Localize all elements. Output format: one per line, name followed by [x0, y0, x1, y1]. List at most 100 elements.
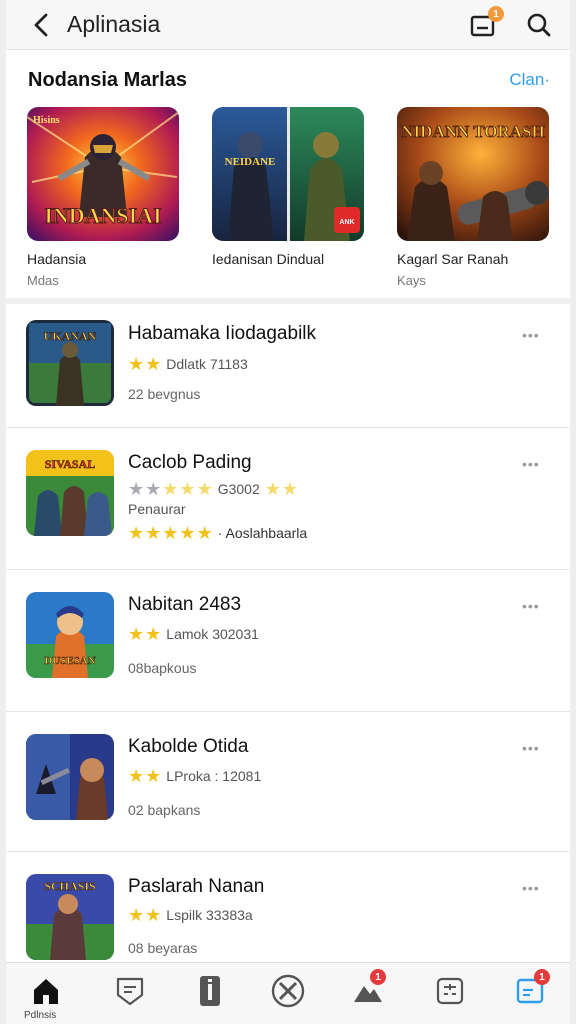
crossed-tools-icon [271, 974, 305, 1008]
game-icon: SCHASIS [26, 874, 114, 960]
nav-profile[interactable]: 1 [510, 969, 550, 1011]
nav-home[interactable] [26, 971, 66, 1011]
item-rating-secondary: ★ ★ ★ ★ ★ · Aoslahbaarla [128, 524, 307, 542]
featured-card[interactable]: NIDANN TORASH Kagarl Sar Ranah Kays [397, 107, 549, 288]
star-icon: ★ [162, 479, 179, 499]
featured-card[interactable]: ANK NEIDANE Iedanisan Dindual [212, 107, 364, 273]
game-artwork: NIDANN TORASH [397, 107, 549, 241]
star-icon: ★ [128, 624, 145, 644]
art-title-text: NEIDANE [225, 156, 276, 168]
list-item[interactable]: SCHASIS Paslarah Nanan ★ ★ Lspilk 33383a … [6, 852, 570, 962]
star-icon: ★ [281, 479, 299, 499]
star-icon: ★ [264, 479, 281, 499]
chevron-left-icon [34, 13, 48, 37]
section-divider [6, 298, 570, 304]
featured-name: Iedanisan Dindual [212, 251, 325, 267]
item-downloads: 08bapkous [128, 660, 197, 676]
item-category: Penaurar [128, 501, 186, 517]
icon-text: SIVASAL [45, 457, 95, 471]
game-artwork: Hisins INDANSIAI [27, 107, 179, 241]
featured-card[interactable]: Hisins INDANSIAI Hadansia Mdas [27, 107, 179, 288]
section-title: Nodansia Marlas [28, 69, 187, 91]
nav-tools[interactable] [268, 971, 308, 1011]
rating-stars: ★ ★ [128, 906, 162, 924]
star-icon: ★ [196, 523, 213, 543]
search-button[interactable] [524, 10, 554, 40]
art-corner-text: ANK [339, 219, 354, 226]
nav-alerts[interactable]: 1 [348, 969, 388, 1011]
star-icon: ★ [145, 905, 162, 925]
more-options-icon[interactable]: ••• [522, 740, 548, 756]
star-icon: ★ [128, 479, 145, 499]
section-link[interactable]: Clan· [509, 70, 550, 90]
item-rating: ★ ★ Ddlatk 71183 [128, 355, 248, 373]
app-screen: Aplinasia 1 Nodansia Marlas Clan· Hisins… [6, 0, 570, 1024]
rating-stars: ★ ★ [128, 625, 162, 643]
art-title-text: INDANSIAI [44, 203, 161, 228]
star-icon: ★ [128, 523, 145, 543]
item-meta: Ddlatk 71183 [166, 356, 248, 372]
list-item[interactable]: UKANAN Habamaka Iiodagabilk ★ ★ Ddlatk 71… [6, 305, 570, 428]
back-button[interactable] [26, 10, 56, 40]
top-bar: Aplinasia 1 [6, 0, 570, 50]
featured-name: Kagarl Sar Ranah [397, 251, 509, 267]
bottom-nav: Pdlnsis 1 1 [6, 962, 570, 1024]
featured-sub: Mdas [27, 273, 59, 288]
home-icon [34, 979, 58, 1004]
shield-icon [116, 977, 144, 1006]
item-meta: LProka : 12081 [166, 768, 262, 784]
star-icon: ★ [145, 523, 162, 543]
star-icon: ★ [145, 354, 162, 374]
star-icon: ★ [145, 766, 162, 786]
item-downloads: 02 bapkans [128, 802, 201, 818]
game-artwork: ANK NEIDANE [212, 107, 364, 241]
inbox-badge: 1 [488, 6, 504, 22]
nav-home-label: Pdlnsis [24, 1010, 57, 1021]
more-options-icon[interactable]: ••• [522, 880, 548, 896]
star-icon: ★ [179, 479, 196, 499]
item-title: Habamaka Iiodagabilk [128, 323, 317, 344]
art-title-text: NIDANN TORASH [401, 122, 544, 141]
rating-stars: ★ ★ [128, 355, 162, 373]
game-icon: UKANAN [26, 320, 114, 406]
nav-calculator[interactable] [430, 971, 470, 1011]
list-item[interactable]: SIVASAL Caclob Pading ★ ★ ★ ★ ★ G3002 ★ ★ Pen… [6, 428, 570, 570]
item-title: Nabitan 2483 [128, 594, 242, 615]
nav-games[interactable] [110, 971, 150, 1011]
item-rating: ★ ★ LProka : 12081 [128, 767, 261, 785]
item-meta: Lspilk 33383a [166, 907, 253, 923]
item-rating: ★ ★ ★ ★ ★ G3002 ★ ★ [128, 480, 303, 498]
star-icon: ★ [145, 624, 162, 644]
app-title: Aplinasia [67, 11, 161, 37]
list-item[interactable]: DUSESAN Nabitan 2483 ★ ★ Lamok 302031 08b… [6, 570, 570, 712]
list-item[interactable]: Kabolde Otida ★ ★ LProka : 12081 02 bapka… [6, 712, 570, 852]
more-options-icon[interactable]: ••• [522, 598, 548, 614]
more-options-icon[interactable]: ••• [522, 456, 548, 472]
icon-text: UKANAN [44, 329, 97, 343]
rating-stars: ★ ★ [128, 767, 162, 785]
star-icon: ★ [196, 479, 213, 499]
star-icon: ★ [128, 354, 145, 374]
inbox-button[interactable]: 1 [468, 6, 504, 40]
item-title: Caclob Pading [128, 452, 252, 473]
featured-sub: Kays [397, 273, 426, 288]
item-downloads: 22 bevgnus [128, 386, 201, 402]
item-meta: G3002 [217, 481, 260, 497]
nav-info[interactable] [190, 971, 230, 1011]
star-icon: ★ [145, 479, 162, 499]
game-icon: SIVASAL [26, 450, 114, 536]
icon-text: DUSESAN [44, 655, 95, 667]
more-options-icon[interactable]: ••• [522, 327, 548, 343]
star-icon: ★ [179, 523, 196, 543]
rating-stars: ★ ★ [265, 480, 299, 498]
art-corner-text: Hisins [33, 115, 60, 126]
featured-section: Nodansia Marlas Clan· Hisins INDANSIAI H… [6, 52, 570, 298]
star-icon: ★ [162, 523, 179, 543]
rating-stars: ★ ★ ★ ★ ★ [128, 524, 214, 542]
game-icon [26, 734, 114, 820]
featured-name: Hadansia [27, 251, 87, 267]
profile-badge: 1 [534, 969, 550, 985]
game-icon: DUSESAN [26, 592, 114, 678]
item-meta: · Aoslahbaarla [217, 525, 308, 541]
calculator-icon [436, 977, 464, 1005]
